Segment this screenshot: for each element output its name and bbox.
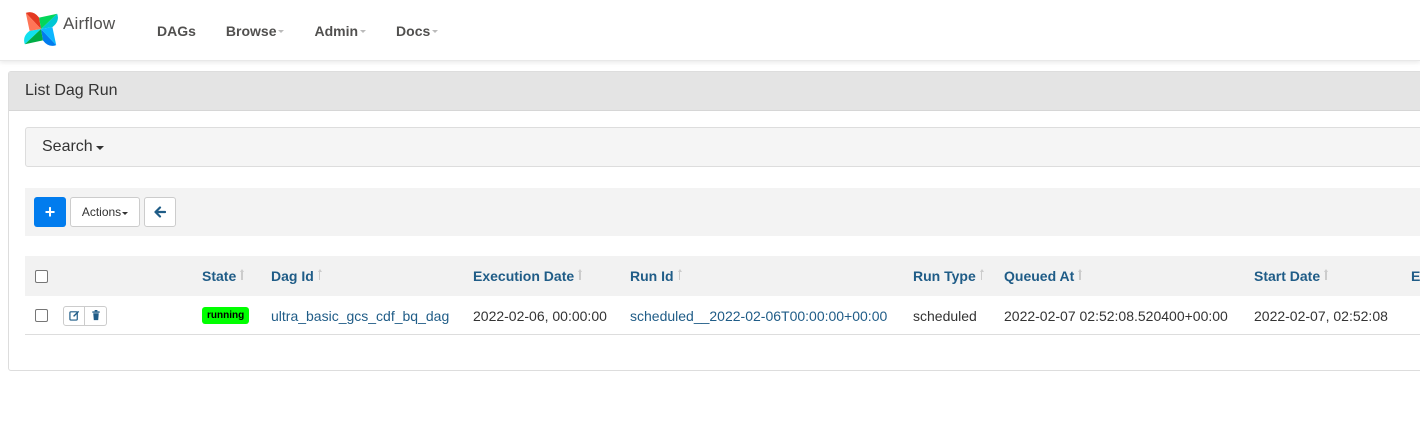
add-record-button[interactable]: + (34, 197, 66, 227)
caret-down-icon (122, 211, 129, 215)
back-button[interactable] (144, 197, 176, 227)
state-badge: running (202, 307, 250, 324)
column-run-id-label: Run Id (630, 268, 674, 284)
actions-dropdown[interactable]: Actions (70, 197, 140, 227)
list-panel: List Dag Run Search + Actions State Dag … (8, 71, 1420, 371)
brand-name: Airflow (63, 14, 116, 33)
column-end-date[interactable]: E (1411, 256, 1420, 296)
search-toggle[interactable]: Search (25, 127, 1420, 167)
state-cell: running (202, 296, 250, 335)
trash-icon (91, 310, 100, 321)
row-actions (63, 296, 107, 335)
dag-run-table: State Dag Id Execution Date Run Id Run T… (25, 256, 1420, 335)
column-state[interactable]: State (202, 256, 245, 296)
delete-button[interactable] (85, 305, 107, 326)
column-queued-at-label: Queued At (1004, 268, 1075, 284)
nav-docs-label: Docs (396, 22, 431, 39)
navbar: Airflow DAGs Browse Admin Docs (0, 0, 1420, 61)
arrow-left-icon (154, 206, 166, 218)
column-run-type[interactable]: Run Type (913, 256, 984, 296)
toolbar: + Actions (25, 188, 1420, 236)
column-execution-date[interactable]: Execution Date (473, 256, 583, 296)
panel-title: List Dag Run (9, 72, 1420, 111)
brand[interactable]: Airflow (22, 9, 115, 49)
sort-icon (1324, 269, 1329, 283)
queued-at-cell: 2022-02-07 02:52:08.520400+00:00 (1004, 307, 1228, 324)
column-queued-at[interactable]: Queued At (1004, 256, 1083, 296)
sort-icon (240, 269, 245, 283)
sort-icon (979, 269, 984, 283)
column-execution-date-label: Execution Date (473, 268, 575, 284)
airflow-logo-icon (24, 12, 58, 46)
nav-admin-label: Admin (314, 22, 359, 39)
start-date-cell: 2022-02-07, 02:52:08 (1254, 307, 1388, 324)
main-nav: DAGs Browse Admin Docs (157, 0, 468, 61)
row-select-cell (35, 296, 48, 335)
caret-down-icon (432, 29, 439, 33)
run-type-cell: scheduled (913, 307, 977, 324)
caret-down-icon (278, 29, 285, 33)
edit-icon (68, 310, 79, 321)
dag-id-link[interactable]: ultra_basic_gcs_cdf_bq_dag (271, 296, 449, 335)
run-id-link[interactable]: scheduled__2022-02-06T00:00:00+00:00 (630, 296, 887, 335)
actions-label: Actions (81, 205, 122, 219)
plus-icon: + (44, 201, 56, 222)
column-state-label: State (202, 268, 237, 284)
table-row: running ultra_basic_gcs_cdf_bq_dag 2022-… (25, 296, 1420, 335)
nav-browse[interactable]: Browse (226, 23, 285, 39)
caret-down-icon (95, 146, 104, 150)
sort-icon (578, 269, 583, 283)
execution-date-cell: 2022-02-06, 00:00:00 (473, 307, 607, 324)
column-dag-id[interactable]: Dag Id (271, 256, 322, 296)
sort-icon (1078, 269, 1083, 283)
sort-icon (317, 269, 322, 283)
edit-button[interactable] (63, 305, 85, 326)
caret-down-icon (360, 29, 367, 33)
nav-docs[interactable]: Docs (396, 22, 439, 39)
column-run-type-label: Run Type (913, 268, 976, 284)
column-start-date[interactable]: Start Date (1254, 256, 1329, 296)
column-dag-id-label: Dag Id (271, 268, 314, 284)
nav-browse-label: Browse (225, 22, 277, 39)
column-end-date-label: E (1411, 268, 1420, 284)
search-label: Search (42, 138, 93, 155)
nav-dags[interactable]: DAGs (157, 23, 196, 39)
table-header: State Dag Id Execution Date Run Id Run T… (25, 256, 1420, 296)
sort-icon (677, 269, 682, 283)
nav-admin[interactable]: Admin (314, 22, 367, 39)
column-run-id[interactable]: Run Id (630, 256, 682, 296)
nav-dags-label: DAGs (157, 22, 196, 39)
select-all-checkbox[interactable] (35, 269, 48, 283)
select-all-cell (35, 256, 48, 296)
column-start-date-label: Start Date (1254, 268, 1321, 284)
row-checkbox[interactable] (35, 309, 48, 322)
